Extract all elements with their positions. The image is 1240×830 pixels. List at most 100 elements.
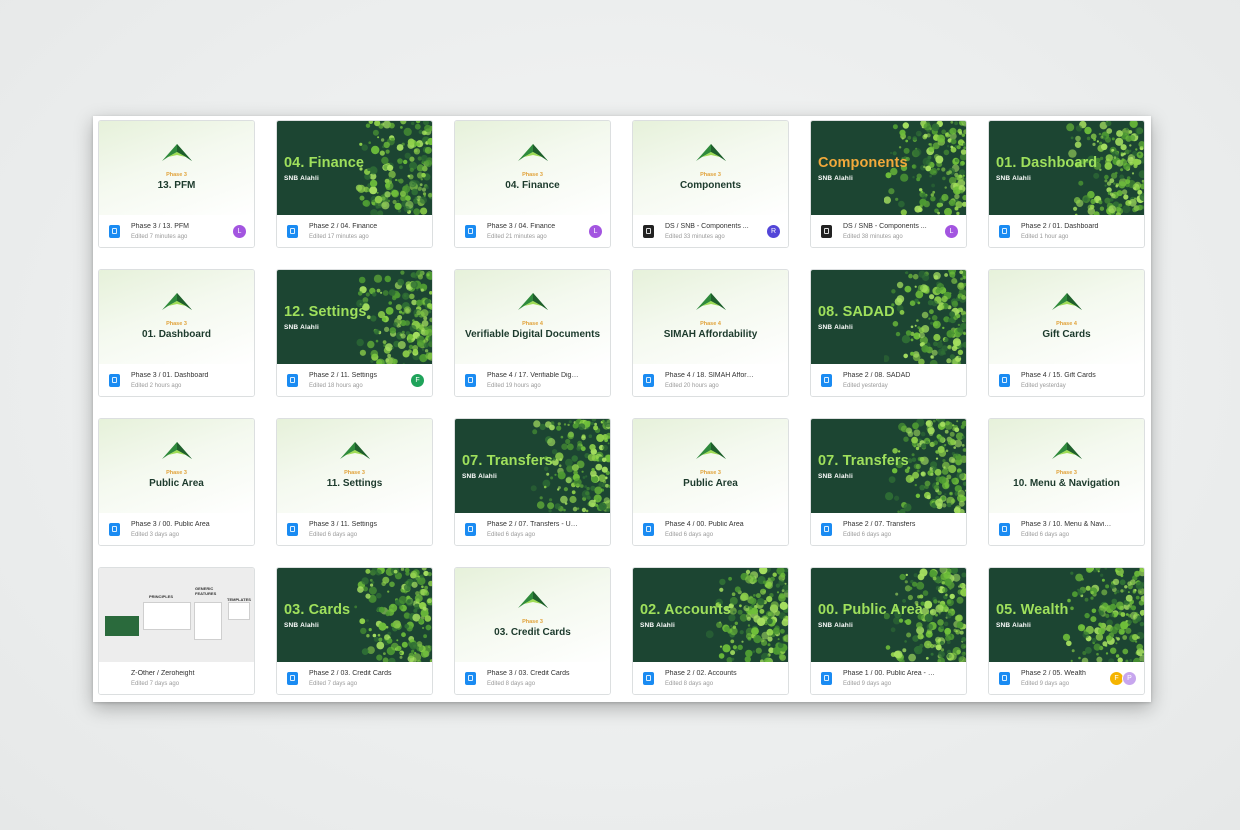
thumbnail-phase-label: Phase 4 <box>700 321 721 327</box>
file-card[interactable]: Phase 3 Components DS / SNB - Components .… <box>632 120 789 248</box>
file-card[interactable]: 01. Dashboard SNB Alahli Phase 2 / 01. Das… <box>988 120 1145 248</box>
collaborator-avatars: FP <box>1109 671 1137 686</box>
file-name[interactable]: DS / SNB - Components ... <box>665 223 757 230</box>
file-name[interactable]: Phase 4 / 17. Verifiable Digital ... <box>487 372 579 379</box>
file-card[interactable]: 05. Wealth SNB Alahli Phase 2 / 05. Wealth… <box>988 567 1145 695</box>
file-thumbnail[interactable]: PRINCIPLES GENERIC FEATURES TEMPLATES <box>99 568 254 662</box>
file-thumbnail[interactable]: Phase 3 13. PFM <box>99 121 254 215</box>
file-card[interactable]: PRINCIPLES GENERIC FEATURES TEMPLATES Z-Oth… <box>98 567 255 695</box>
file-card[interactable]: Phase 3 04. Finance Phase 3 / 04. Finance E… <box>454 120 611 248</box>
thumbnail-title: Public Area <box>683 478 738 489</box>
thumbnail-title: 12. Settings <box>284 304 367 320</box>
file-name[interactable]: Phase 3 / 03. Credit Cards <box>487 670 579 677</box>
avatar[interactable]: L <box>944 224 959 239</box>
file-card[interactable]: 04. Finance SNB Alahli Phase 2 / 04. Finan… <box>276 120 433 248</box>
file-card[interactable]: 08. SADAD SNB Alahli Phase 2 / 08. SADAD Ed… <box>810 269 967 397</box>
file-name[interactable]: Phase 3 / 04. Finance <box>487 223 579 230</box>
file-thumbnail[interactable]: Components SNB Alahli <box>811 121 966 215</box>
zo-label-generic-features: GENERIC FEATURES <box>195 586 217 596</box>
figma-file-icon <box>465 523 476 536</box>
file-thumbnail[interactable]: 00. Public Area SNB Alahli <box>811 568 966 662</box>
file-name[interactable]: Phase 3 / 01. Dashboard <box>131 372 223 379</box>
file-card[interactable]: Phase 4 Gift Cards Phase 4 / 15. Gift Card… <box>988 269 1145 397</box>
file-card[interactable]: Phase 3 Public Area Phase 3 / 00. Public A… <box>98 418 255 546</box>
avatar[interactable]: R <box>766 224 781 239</box>
file-card[interactable]: Phase 3 01. Dashboard Phase 3 / 01. Dashbo… <box>98 269 255 397</box>
file-card[interactable]: Components SNB Alahli DS / SNB - Component… <box>810 120 967 248</box>
file-card[interactable]: 00. Public Area SNB Alahli Phase 1 / 00. P… <box>810 567 967 695</box>
file-name[interactable]: Phase 2 / 01. Dashboard <box>1021 223 1113 230</box>
file-name[interactable]: Phase 2 / 05. Wealth <box>1021 670 1113 677</box>
collaborator-avatars: L <box>232 224 247 239</box>
avatar[interactable]: L <box>588 224 603 239</box>
file-card[interactable]: 02. Accounts SNB Alahli Phase 2 / 02. Acco… <box>632 567 789 695</box>
file-thumbnail[interactable]: 04. Finance SNB Alahli <box>277 121 432 215</box>
file-card[interactable]: Phase 3 13. PFM Phase 3 / 13. PFM Edited 7 … <box>98 120 255 248</box>
file-name[interactable]: Phase 2 / 11. Settings <box>309 372 401 379</box>
thumbnail-title: Verifiable Digital Documents <box>464 329 601 340</box>
file-name[interactable]: Phase 3 / 10. Menu & Navigati... <box>1021 521 1113 528</box>
snb-alahli-wordmark: SNB Alahli <box>284 324 319 331</box>
file-name[interactable]: Phase 2 / 07. Transfers - Upd... <box>487 521 579 528</box>
file-name[interactable]: Phase 2 / 02. Accounts <box>665 670 757 677</box>
file-name[interactable]: Phase 2 / 04. Finance <box>309 223 401 230</box>
collaborator-avatars: L <box>588 224 603 239</box>
file-name[interactable]: Phase 3 / 13. PFM <box>131 223 223 230</box>
avatar[interactable]: L <box>232 224 247 239</box>
file-card[interactable]: Phase 3 03. Credit Cards Phase 3 / 03. Cre… <box>454 567 611 695</box>
file-thumbnail[interactable]: Phase 3 Components <box>633 121 788 215</box>
file-thumbnail[interactable]: Phase 3 04. Finance <box>455 121 610 215</box>
file-name[interactable]: Phase 4 / 00. Public Area <box>665 521 757 528</box>
thumbnail-phase-label: Phase 3 <box>166 321 187 327</box>
avatar[interactable]: P <box>1122 671 1137 686</box>
thumbnail-title: 01. Dashboard <box>996 155 1098 171</box>
file-thumbnail[interactable]: 02. Accounts SNB Alahli <box>633 568 788 662</box>
file-thumbnail[interactable]: Phase 3 Public Area <box>99 419 254 513</box>
file-edited-time: Edited 17 minutes ago <box>309 234 369 240</box>
file-thumbnail[interactable]: Phase 3 10. Menu & Navigation <box>989 419 1144 513</box>
file-meta: Phase 1 / 00. Public Area - Up... Edited … <box>811 662 966 694</box>
file-card[interactable]: Phase 3 Public Area Phase 4 / 00. Public A… <box>632 418 789 546</box>
file-thumbnail[interactable]: 07. Transfers SNB Alahli <box>811 419 966 513</box>
zeroheight-green-block <box>105 616 139 636</box>
file-thumbnail[interactable]: Phase 4 SIMAH Affordability <box>633 270 788 364</box>
file-thumbnail[interactable]: 01. Dashboard SNB Alahli <box>989 121 1144 215</box>
file-name[interactable]: Phase 4 / 18. SIMAH Affordab... <box>665 372 757 379</box>
file-thumbnail[interactable]: 12. Settings SNB Alahli <box>277 270 432 364</box>
file-name[interactable]: Z-Other / Zeroheight <box>131 670 223 677</box>
file-card[interactable]: Phase 3 10. Menu & Navigation Phase 3 / 10… <box>988 418 1145 546</box>
file-name[interactable]: Phase 3 / 11. Settings <box>309 521 401 528</box>
file-card[interactable]: 03. Cards SNB Alahli Phase 2 / 03. Credit … <box>276 567 433 695</box>
file-card[interactable]: Phase 4 Verifiable Digital Documents Phase… <box>454 269 611 397</box>
figma-file-icon <box>465 374 476 387</box>
file-card[interactable]: Phase 4 SIMAH Affordability Phase 4 / 18. … <box>632 269 789 397</box>
file-card[interactable]: 12. Settings SNB Alahli Phase 2 / 11. Sett… <box>276 269 433 397</box>
file-card[interactable]: 07. Transfers SNB Alahli Phase 2 / 07. Tra… <box>810 418 967 546</box>
avatar[interactable]: F <box>410 373 425 388</box>
brand-pattern-decoration <box>354 568 432 662</box>
file-thumbnail[interactable]: Phase 4 Gift Cards <box>989 270 1144 364</box>
thumbnail-title: Components <box>818 155 908 171</box>
file-thumbnail[interactable]: Phase 3 03. Credit Cards <box>455 568 610 662</box>
file-meta: Phase 4 / 18. SIMAH Affordab... Edited 20… <box>633 364 788 396</box>
file-thumbnail[interactable]: 07. Transfers SNB Alahli <box>455 419 610 513</box>
file-name[interactable]: Phase 4 / 15. Gift Cards <box>1021 372 1113 379</box>
file-thumbnail[interactable]: Phase 3 01. Dashboard <box>99 270 254 364</box>
file-name[interactable]: Phase 2 / 07. Transfers <box>843 521 935 528</box>
file-card[interactable]: Phase 3 11. Settings Phase 3 / 11. Setting… <box>276 418 433 546</box>
file-thumbnail[interactable]: Phase 3 11. Settings <box>277 419 432 513</box>
file-name[interactable]: Phase 2 / 08. SADAD <box>843 372 935 379</box>
file-name[interactable]: Phase 2 / 03. Credit Cards <box>309 670 401 677</box>
file-thumbnail[interactable]: 08. SADAD SNB Alahli <box>811 270 966 364</box>
figma-file-icon <box>287 672 298 685</box>
file-name[interactable]: Phase 1 / 00. Public Area - Up... <box>843 670 935 677</box>
snb-logo-icon <box>695 293 726 310</box>
thumbnail-title: 03. Credit Cards <box>494 627 571 638</box>
file-name[interactable]: Phase 3 / 00. Public Area <box>131 521 223 528</box>
file-thumbnail[interactable]: Phase 3 Public Area <box>633 419 788 513</box>
file-name[interactable]: DS / SNB - Components ... <box>843 223 935 230</box>
file-thumbnail[interactable]: 03. Cards SNB Alahli <box>277 568 432 662</box>
file-thumbnail[interactable]: Phase 4 Verifiable Digital Documents <box>455 270 610 364</box>
file-card[interactable]: 07. Transfers SNB Alahli Phase 2 / 07. Tra… <box>454 418 611 546</box>
file-thumbnail[interactable]: 05. Wealth SNB Alahli <box>989 568 1144 662</box>
